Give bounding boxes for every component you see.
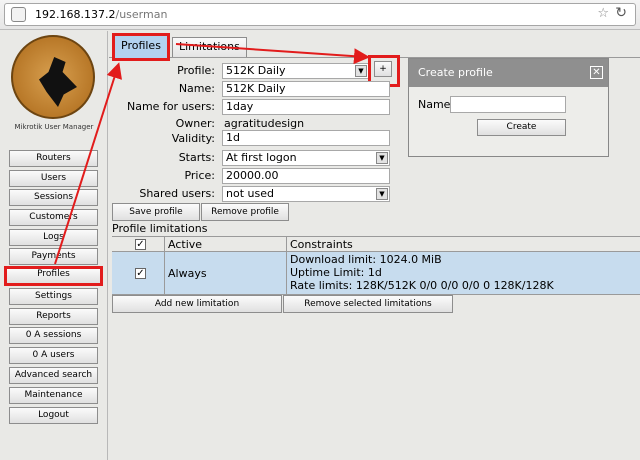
dialog-name-input[interactable] xyxy=(450,96,566,113)
name-field[interactable]: 512K Daily xyxy=(222,81,390,97)
sidebar-item-active-sessions[interactable]: 0 A sessions xyxy=(9,327,98,344)
sidebar: Mikrotik User Manager Routers Users Sess… xyxy=(0,31,108,460)
table-column-divider xyxy=(286,236,287,295)
starts-select[interactable]: At first logon ▼ xyxy=(222,150,390,166)
constraint-uptime-limit: Uptime Limit: 1d xyxy=(290,266,382,279)
row-checkbox[interactable]: ✓ xyxy=(135,268,146,279)
sidebar-item-logs[interactable]: Logs xyxy=(9,229,98,246)
chevron-down-icon: ▼ xyxy=(355,65,367,77)
create-profile-dialog: Create profile ✕ Name: Create xyxy=(408,58,609,157)
constraint-download-limit: Download limit: 1024.0 MiB xyxy=(290,253,442,266)
add-limitation-button[interactable]: Add new limitation xyxy=(112,295,282,313)
starts-select-value: At first logon xyxy=(226,151,297,164)
validity-field[interactable]: 1d xyxy=(222,130,390,146)
create-button[interactable]: Create xyxy=(477,119,566,136)
limitations-table-header: ✓ Active Constraints xyxy=(112,236,640,252)
remove-profile-button[interactable]: Remove profile xyxy=(201,203,289,221)
shared-users-select[interactable]: not used ▼ xyxy=(222,186,390,202)
reload-icon[interactable]: ↻ xyxy=(615,5,627,21)
shared-users-select-value: not used xyxy=(226,187,274,200)
sidebar-item-active-users[interactable]: 0 A users xyxy=(9,347,98,364)
save-profile-button[interactable]: Save profile xyxy=(112,203,200,221)
profile-label: Profile: xyxy=(177,64,215,77)
url-text[interactable]: 192.168.137.2/userman xyxy=(35,8,167,21)
name-for-users-field[interactable]: 1day xyxy=(222,99,390,115)
shared-users-label: Shared users: xyxy=(139,187,215,200)
price-label: Price: xyxy=(184,169,215,182)
dialog-title: Create profile xyxy=(409,59,608,87)
profile-select-value: 512K Daily xyxy=(226,64,286,77)
url-host: 192.168.137.2 xyxy=(35,8,116,21)
sidebar-caption: Mikrotik User Manager xyxy=(14,123,94,131)
sidebar-item-routers[interactable]: Routers xyxy=(9,150,98,167)
starts-label: Starts: xyxy=(178,151,215,164)
table-column-divider xyxy=(164,236,165,295)
sidebar-item-maintenance[interactable]: Maintenance xyxy=(9,387,98,404)
validity-label: Validity: xyxy=(171,132,215,145)
row-active-value: Always xyxy=(168,267,207,280)
sidebar-item-sessions[interactable]: Sessions xyxy=(9,189,98,206)
tab-profiles[interactable]: Profiles xyxy=(112,33,170,61)
select-all-checkbox[interactable]: ✓ xyxy=(135,239,146,250)
constraint-rate-limits: Rate limits: 128K/512K 0/0 0/0 0/0 0 128… xyxy=(290,279,554,292)
close-icon[interactable]: ✕ xyxy=(590,66,603,79)
sidebar-item-reports[interactable]: Reports xyxy=(9,308,98,325)
page-icon xyxy=(11,7,26,22)
sidebar-item-advanced-search[interactable]: Advanced search xyxy=(9,367,98,384)
sidebar-item-customers[interactable]: Customers xyxy=(9,209,98,226)
chevron-down-icon: ▼ xyxy=(376,152,388,164)
bookmark-star-icon[interactable]: ☆ xyxy=(597,6,609,21)
logo xyxy=(11,35,95,119)
remove-limitations-button[interactable]: Remove selected limitations xyxy=(283,295,453,313)
tab-limitations[interactable]: Limitations xyxy=(172,37,247,57)
sidebar-item-settings[interactable]: Settings xyxy=(9,288,98,305)
table-row[interactable]: ✓ Always Download limit: 1024.0 MiB Upti… xyxy=(112,252,640,295)
dialog-name-label: Name: xyxy=(418,98,455,111)
add-profile-button[interactable]: + xyxy=(374,61,392,77)
name-label: Name: xyxy=(178,82,215,95)
sidebar-item-payments[interactable]: Payments xyxy=(9,248,98,265)
sidebar-item-logout[interactable]: Logout xyxy=(9,407,98,424)
owner-label: Owner: xyxy=(175,117,215,130)
logo-bird-icon xyxy=(39,57,77,107)
name-for-users-label: Name for users: xyxy=(127,100,215,113)
profile-limitations-title: Profile limitations xyxy=(112,222,208,235)
url-path: /userman xyxy=(115,8,168,21)
chevron-down-icon: ▼ xyxy=(376,188,388,200)
row-constraints: Download limit: 1024.0 MiB Uptime Limit:… xyxy=(290,253,554,292)
browser-toolbar: 192.168.137.2/userman ☆ ↻ xyxy=(0,0,640,30)
profile-select[interactable]: 512K Daily ▼ xyxy=(222,63,369,79)
column-header-active: Active xyxy=(168,238,203,251)
price-field[interactable]: 20000.00 xyxy=(222,168,390,184)
owner-value: agratitudesign xyxy=(224,117,305,130)
sidebar-item-profiles[interactable]: Profiles xyxy=(4,266,103,286)
sidebar-item-users[interactable]: Users xyxy=(9,170,98,187)
address-bar[interactable]: 192.168.137.2/userman ☆ ↻ xyxy=(4,3,636,26)
column-header-constraints: Constraints xyxy=(290,238,353,251)
